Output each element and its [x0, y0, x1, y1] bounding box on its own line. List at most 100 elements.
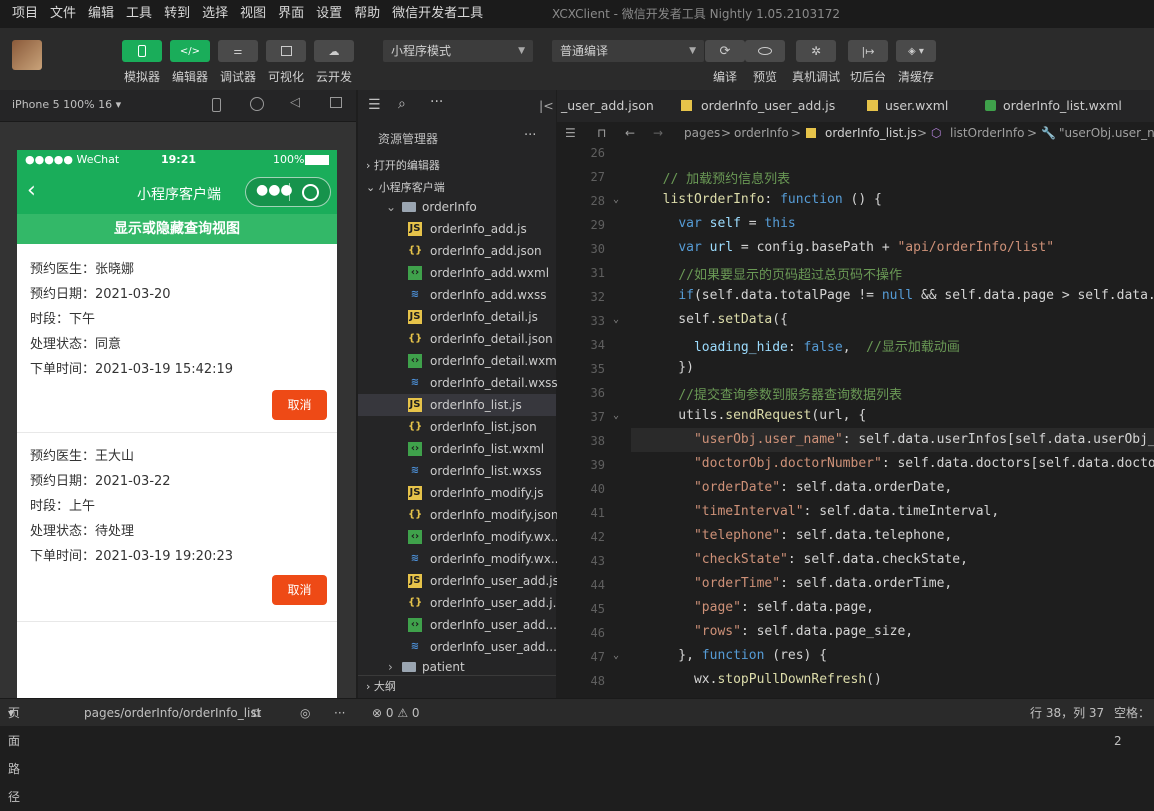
fold-chevron-icon[interactable]: ⌄ [613, 650, 619, 661]
page-path-label[interactable]: 页面路径 ▾ [8, 699, 20, 804]
outline-section[interactable]: › 大纲 [358, 675, 556, 697]
file-item[interactable]: JS orderInfo_detail.js [358, 306, 556, 328]
code-line: //提交查询参数到服务器查询数据列表 [678, 388, 902, 403]
cancel-button[interactable]: 取消 [272, 575, 327, 605]
file-item[interactable]: ‹› orderInfo_add.wxml [358, 262, 556, 284]
fold-chevron-icon[interactable]: ⌄ [613, 314, 619, 325]
menu-item[interactable]: 项目 [6, 0, 44, 28]
fold-chevron-icon[interactable]: ⌄ [613, 194, 619, 205]
file-item[interactable]: ≋ orderInfo_list.wxss [358, 460, 556, 482]
toggle-query-header[interactable]: 显示或隐藏查询视图 [17, 214, 337, 244]
record-icon[interactable] [250, 97, 264, 111]
fold-chevron-icon[interactable]: ⌄ [613, 410, 619, 421]
more-icon[interactable]: ··· [334, 699, 345, 727]
split-icon[interactable]: |< [539, 90, 554, 122]
avatar[interactable] [12, 40, 42, 70]
preview-button[interactable] [745, 40, 785, 62]
tab-orderinfo-user-add-js[interactable]: orderInfo_user_add.js [677, 90, 849, 122]
folder-orderinfo[interactable]: ⌄ orderInfo [358, 196, 556, 218]
file-item[interactable]: ‹› orderInfo_list.wxml [358, 438, 556, 460]
wxml-file-icon [985, 100, 996, 111]
crumb-pages[interactable]: pages [684, 122, 720, 144]
explorer-more-icon[interactable]: ··· [524, 128, 536, 143]
json-file-icon: {} [408, 421, 423, 432]
menu-item[interactable]: 选择 [196, 0, 234, 28]
code-line: var self = this [678, 216, 796, 231]
file-item[interactable]: {} orderInfo_add.json [358, 240, 556, 262]
mode-select[interactable]: 小程序模式 ▼ [383, 40, 533, 62]
compile-button[interactable]: ⟳ [705, 40, 745, 62]
menu-item[interactable]: 转到 [158, 0, 196, 28]
cloud-button[interactable]: ☁ [314, 40, 354, 62]
file-item[interactable]: {} orderInfo_modify.json [358, 504, 558, 526]
problems-indicator[interactable]: ⊗ 0 ⚠ 0 [372, 699, 420, 727]
menu-item[interactable]: 微信开发者工具 [386, 0, 489, 28]
crumb-sep: > [917, 126, 928, 140]
bookmark-icon[interactable]: ⊓ [597, 122, 606, 144]
search-icon[interactable]: ⌕ [398, 96, 406, 112]
file-item[interactable]: ≋ orderInfo_add.wxss [358, 284, 556, 306]
clear-cache-button[interactable]: ◈ ▾ [896, 40, 936, 62]
background-button[interactable]: |↦ [848, 40, 888, 62]
tab-orderinfo-list-wxml[interactable]: orderInfo_list.wxml [983, 90, 1154, 122]
file-item[interactable]: {} orderInfo_user_add.j... [358, 592, 564, 614]
file-item[interactable]: ≋ orderInfo_detail.wxss [358, 372, 558, 394]
copy-icon[interactable]: ⧉ [252, 699, 261, 727]
menu-item[interactable]: 编辑 [82, 0, 120, 28]
tab-user-wxml[interactable]: user.wxml [863, 90, 971, 122]
close-app-icon[interactable] [302, 184, 319, 201]
crumb-key[interactable]: "userObj.user_na [1059, 122, 1154, 144]
capsule-menu[interactable]: ●●● [245, 177, 331, 207]
date-text: 预约日期：2021-03-22 [30, 474, 171, 489]
popout-icon[interactable] [330, 97, 342, 108]
visual-button[interactable] [266, 40, 306, 62]
menu-item[interactable]: 界面 [272, 0, 310, 28]
crumb-orderinfo[interactable]: orderInfo [734, 122, 789, 144]
forward-arrow-icon[interactable]: → [653, 122, 663, 144]
indent-setting[interactable]: 空格：2 [1114, 699, 1154, 755]
cancel-button[interactable]: 取消 [272, 390, 327, 420]
list-icon[interactable]: ☰ [368, 97, 381, 113]
crumb-file[interactable]: orderInfo_list.js [825, 122, 917, 144]
file-item[interactable]: ‹› orderInfo_user_add.... [358, 614, 561, 636]
eye-icon[interactable]: ◎ [300, 699, 310, 727]
line-number: 47 [590, 650, 605, 664]
file-item[interactable]: ≋ orderInfo_user_add.... [358, 636, 561, 658]
editor-button[interactable]: </> [170, 40, 210, 62]
file-item[interactable]: JS orderInfo_add.js [358, 218, 556, 240]
menu-item[interactable]: 视图 [234, 0, 272, 28]
more-icon[interactable]: ··· [430, 94, 443, 110]
menu-item[interactable]: 设置 [310, 0, 348, 28]
simulator-area: ●●●●● WeChat 19:21 100% ‹ 小程序客户端 ●●● 显示或… [0, 122, 356, 698]
compile-select[interactable]: 普通编译 ▼ [552, 40, 704, 62]
phone-icon[interactable] [212, 98, 221, 112]
back-icon[interactable]: ‹ [27, 178, 36, 203]
simulator-button[interactable] [122, 40, 162, 62]
file-item[interactable]: JS orderInfo_list.js [358, 394, 556, 416]
list-icon[interactable]: ☰ [565, 122, 576, 144]
file-item[interactable]: ‹› orderInfo_modify.wx... [358, 526, 562, 548]
sound-icon[interactable]: ◁ [290, 95, 300, 110]
file-item[interactable]: ‹› orderInfo_detail.wxml [358, 350, 560, 372]
more-icon[interactable]: ●●● [256, 182, 293, 198]
js-file-icon: JS [408, 310, 422, 324]
crumb-func[interactable]: listOrderInfo [950, 122, 1024, 144]
open-editors-section[interactable]: › 打开的编辑器 [358, 155, 556, 177]
menu-item[interactable]: 工具 [120, 0, 158, 28]
debugger-button[interactable]: ⚌ [218, 40, 258, 62]
file-item[interactable]: JS orderInfo_modify.js [358, 482, 556, 504]
code-editor[interactable]: 26 27 // 加载预约信息列表 28 listOrderInfo: functi… [557, 144, 1154, 698]
menu-item[interactable]: 文件 [44, 0, 82, 28]
file-item[interactable]: JS orderInfo_user_add.js [358, 570, 559, 592]
file-item[interactable]: ≋ orderInfo_modify.wx... [358, 548, 562, 570]
real-debug-button[interactable]: ✲ [796, 40, 836, 62]
cursor-position[interactable]: 行 38，列 37 [1030, 699, 1104, 727]
file-item[interactable]: {} orderInfo_list.json [358, 416, 556, 438]
device-select[interactable]: iPhone 5 100% 16 ▾ [12, 98, 121, 111]
file-name: orderInfo_detail.json [430, 332, 553, 346]
tab-user-add-json[interactable]: |< _user_add.json [539, 90, 665, 122]
back-arrow-icon[interactable]: ← [625, 122, 635, 144]
cube-icon: ⬡ [931, 126, 942, 140]
file-item[interactable]: {} orderInfo_detail.json [358, 328, 556, 350]
menu-item[interactable]: 帮助 [348, 0, 386, 28]
